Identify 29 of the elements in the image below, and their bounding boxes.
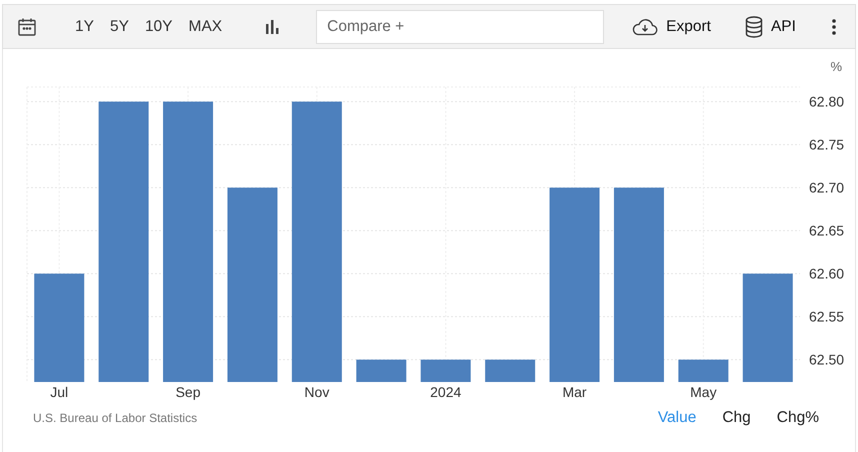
compare-field[interactable]: Compare + <box>316 10 604 44</box>
export-button[interactable]: Export <box>632 14 711 38</box>
x-axis-label: Sep <box>176 384 200 400</box>
source-text: U.S. Bureau of Labor Statistics <box>33 410 198 427</box>
y-axis-label: 62.70 <box>809 180 844 196</box>
unit-label: % <box>830 59 842 74</box>
y-axis-label: 62.75 <box>809 136 844 153</box>
x-axis-label: 2024 <box>430 384 462 400</box>
api-button[interactable]: API <box>744 14 796 38</box>
cloud-download-icon <box>632 18 658 36</box>
x-axis-label: Nov <box>304 384 330 400</box>
mode-tab[interactable]: Chg% <box>776 406 819 430</box>
x-axis-label: May <box>690 384 717 400</box>
bar-chart-icon[interactable] <box>264 18 280 34</box>
range-button[interactable]: 5Y <box>110 18 129 34</box>
mode-tab[interactable]: Chg <box>722 406 751 430</box>
x-axis-label: Mar <box>562 384 587 400</box>
range-button[interactable]: MAX <box>188 18 222 34</box>
y-axis-label: 62.65 <box>809 222 844 239</box>
database-icon <box>744 16 763 38</box>
calendar-icon[interactable] <box>17 16 37 36</box>
y-axis-label: 62.60 <box>809 266 844 282</box>
y-axis-label: 62.80 <box>809 94 844 110</box>
x-axis-label: Jul <box>50 384 68 400</box>
range-button[interactable]: 1Y <box>75 18 94 34</box>
more-menu-icon[interactable] <box>831 18 837 36</box>
y-axis-label: 62.55 <box>809 308 844 325</box>
y-axis-label: 62.50 <box>809 352 844 368</box>
range-button[interactable]: 10Y <box>144 18 173 34</box>
